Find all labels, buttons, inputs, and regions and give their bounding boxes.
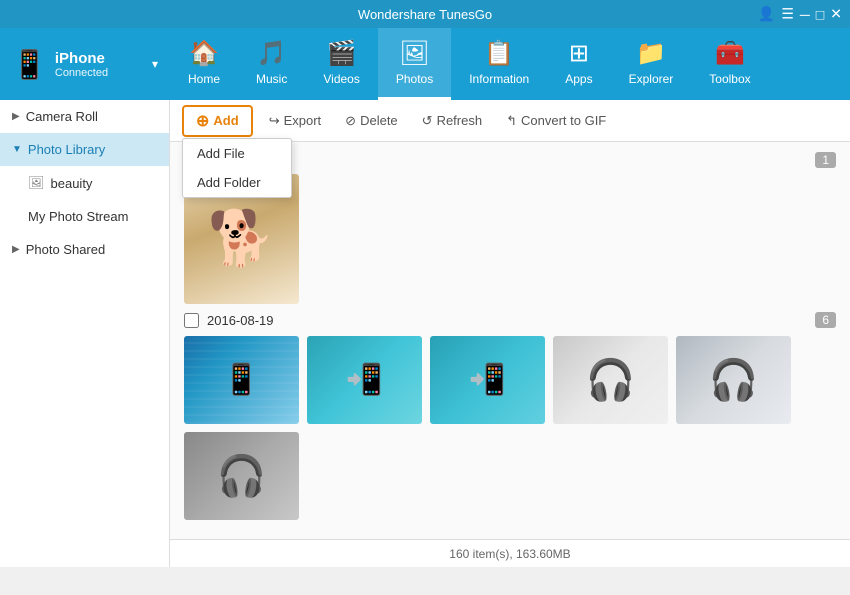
device-icon: 📱 bbox=[12, 48, 47, 81]
delete-icon: ⊘ bbox=[345, 113, 356, 129]
section-2016-header: 2016-08-19 6 bbox=[184, 312, 836, 328]
convert-gif-button[interactable]: ↰ Convert to GIF bbox=[498, 109, 614, 133]
tab-videos[interactable]: 🎬 Videos bbox=[305, 28, 377, 100]
device-name: iPhone bbox=[55, 50, 144, 67]
music-icon: 🎵 bbox=[257, 39, 287, 68]
tab-toolbox[interactable]: 🧰 Toolbox bbox=[691, 28, 768, 100]
add-button[interactable]: ⊕ Add bbox=[182, 105, 253, 137]
screenshot2-thumb[interactable] bbox=[307, 336, 422, 424]
sidebar: ▶ Camera Roll ▼ Photo Library 🖼 beauity … bbox=[0, 100, 170, 567]
add-file-item[interactable]: Add File bbox=[183, 139, 291, 168]
add-plus-icon: ⊕ bbox=[196, 111, 209, 131]
beauty-photo-icon: 🖼 bbox=[28, 175, 45, 191]
section-2016-row1 bbox=[184, 336, 836, 424]
device-status: Connected bbox=[55, 67, 144, 79]
tab-toolbox-label: Toolbox bbox=[709, 72, 750, 86]
section-dog-count-badge: 1 bbox=[815, 152, 836, 168]
refresh-icon: ↺ bbox=[422, 113, 433, 129]
tab-videos-label: Videos bbox=[323, 72, 359, 86]
sidebar-item-my-photo-stream[interactable]: My Photo Stream bbox=[0, 200, 169, 233]
tab-music-label: Music bbox=[256, 72, 287, 86]
device-info: 📱 iPhone Connected ▾ bbox=[0, 48, 170, 81]
section-2016-row2 bbox=[184, 432, 836, 520]
tab-apps[interactable]: ⊞ Apps bbox=[547, 28, 610, 100]
export-icon: ↪ bbox=[269, 113, 280, 129]
add-folder-item[interactable]: Add Folder bbox=[183, 168, 291, 197]
delete-button[interactable]: ⊘ Delete bbox=[337, 109, 405, 133]
photo-library-arrow-icon: ▼ bbox=[12, 144, 22, 155]
home-icon: 🏠 bbox=[189, 39, 219, 68]
headphones1-thumb[interactable] bbox=[553, 336, 668, 424]
section-2016-count-badge: 6 bbox=[815, 312, 836, 328]
sidebar-camera-roll-label: Camera Roll bbox=[26, 109, 98, 124]
minimize-icon[interactable]: ─ bbox=[800, 6, 810, 22]
menu-icon[interactable]: ☰ bbox=[781, 6, 794, 23]
toolbox-icon: 🧰 bbox=[715, 39, 745, 68]
sidebar-my-photo-stream-label: My Photo Stream bbox=[28, 209, 128, 224]
videos-icon: 🎬 bbox=[327, 39, 357, 68]
sidebar-item-photo-shared[interactable]: ▶ Photo Shared bbox=[0, 233, 169, 266]
tab-information[interactable]: 📋 Information bbox=[451, 28, 547, 100]
window-controls: 👤 ☰ ─ □ ✕ bbox=[758, 6, 842, 23]
photo-shared-arrow-icon: ▶ bbox=[12, 244, 20, 255]
add-folder-label: Add Folder bbox=[197, 175, 261, 190]
add-label: Add bbox=[213, 113, 238, 128]
screenshot1-thumb[interactable] bbox=[184, 336, 299, 424]
sidebar-photo-shared-label: Photo Shared bbox=[26, 242, 106, 257]
maximize-icon[interactable]: □ bbox=[816, 6, 824, 22]
photos-icon: 🖼 bbox=[399, 39, 429, 68]
delete-label: Delete bbox=[360, 113, 398, 128]
convert-gif-icon: ↰ bbox=[506, 113, 517, 129]
tab-explorer-label: Explorer bbox=[629, 72, 674, 86]
sidebar-photo-library-label: Photo Library bbox=[28, 142, 105, 157]
main-layout: ▶ Camera Roll ▼ Photo Library 🖼 beauity … bbox=[0, 100, 850, 567]
tab-photos-label: Photos bbox=[396, 72, 433, 86]
tab-information-label: Information bbox=[469, 72, 529, 86]
tab-home-label: Home bbox=[188, 72, 220, 86]
refresh-button[interactable]: ↺ Refresh bbox=[414, 109, 490, 133]
headphones2-thumb[interactable] bbox=[676, 336, 791, 424]
explorer-icon: 📁 bbox=[636, 39, 666, 68]
tab-explorer[interactable]: 📁 Explorer bbox=[611, 28, 692, 100]
refresh-label: Refresh bbox=[437, 113, 483, 128]
camera-roll-arrow-icon: ▶ bbox=[12, 111, 20, 122]
export-label: Export bbox=[284, 113, 322, 128]
content-area: ⊕ Add Add File Add Folder ↪ Export ⊘ Del… bbox=[170, 100, 850, 567]
sidebar-item-camera-roll[interactable]: ▶ Camera Roll bbox=[0, 100, 169, 133]
information-icon: 📋 bbox=[484, 39, 514, 68]
section-2016-date: 2016-08-19 bbox=[207, 313, 274, 328]
sidebar-item-beauty[interactable]: 🖼 beauity bbox=[0, 166, 169, 200]
screenshot3-thumb[interactable] bbox=[430, 336, 545, 424]
tab-home[interactable]: 🏠 Home bbox=[170, 28, 238, 100]
add-dropdown-menu: Add File Add Folder bbox=[182, 138, 292, 198]
nav-tabs: 🏠 Home 🎵 Music 🎬 Videos 🖼 Photos 📋 Infor… bbox=[170, 28, 850, 100]
toolbar: ⊕ Add Add File Add Folder ↪ Export ⊘ Del… bbox=[170, 100, 850, 142]
app-title: Wondershare TunesGo bbox=[358, 7, 492, 22]
section-2016-checkbox[interactable] bbox=[184, 313, 199, 328]
device-arrow-icon[interactable]: ▾ bbox=[152, 57, 158, 71]
apps-icon: ⊞ bbox=[569, 39, 589, 68]
user-icon[interactable]: 👤 bbox=[758, 6, 775, 23]
export-button[interactable]: ↪ Export bbox=[261, 109, 329, 133]
sidebar-beauty-label: beauity bbox=[51, 176, 93, 191]
tab-apps-label: Apps bbox=[565, 72, 592, 86]
status-text: 160 item(s), 163.60MB bbox=[449, 547, 570, 561]
nav-bar: 📱 iPhone Connected ▾ 🏠 Home 🎵 Music 🎬 Vi… bbox=[0, 28, 850, 100]
photo-grid-area: 1 2016-08-19 6 bbox=[170, 142, 850, 539]
title-bar: Wondershare TunesGo 👤 ☰ ─ □ ✕ bbox=[0, 0, 850, 28]
sidebar-item-photo-library[interactable]: ▼ Photo Library bbox=[0, 133, 169, 166]
convert-gif-label: Convert to GIF bbox=[521, 113, 606, 128]
section-2016: 2016-08-19 6 bbox=[184, 312, 836, 520]
tab-music[interactable]: 🎵 Music bbox=[238, 28, 305, 100]
headphones3-thumb[interactable] bbox=[184, 432, 299, 520]
close-icon[interactable]: ✕ bbox=[830, 6, 842, 23]
status-bar: 160 item(s), 163.60MB bbox=[170, 539, 850, 567]
add-file-label: Add File bbox=[197, 146, 245, 161]
tab-photos[interactable]: 🖼 Photos bbox=[378, 28, 451, 100]
